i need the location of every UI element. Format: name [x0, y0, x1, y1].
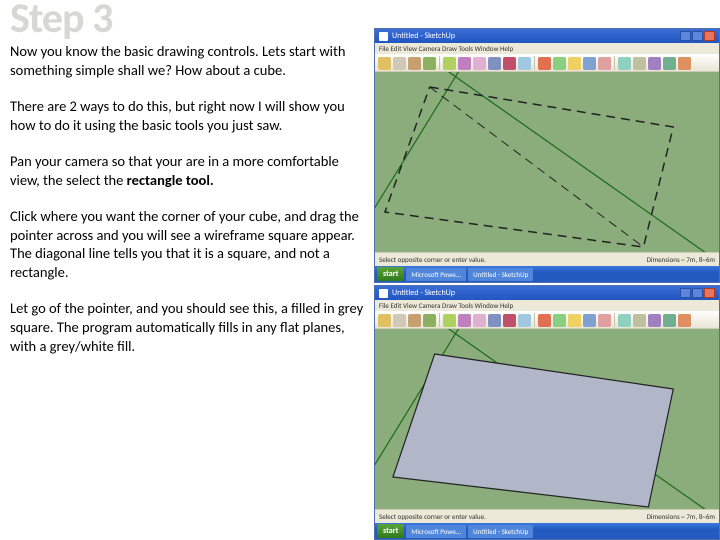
- toolbar-tool-icon[interactable]: [633, 57, 646, 70]
- toolbar-separator: [534, 313, 535, 327]
- toolbar-tool-icon[interactable]: [538, 57, 551, 70]
- toolbar-tool-icon[interactable]: [378, 314, 391, 327]
- toolbar-tool-icon[interactable]: [663, 314, 676, 327]
- toolbar-tool-icon[interactable]: [503, 314, 516, 327]
- toolbar-tool-icon[interactable]: [618, 314, 631, 327]
- taskbar: start Microsoft Powe... Untitled - Sketc…: [375, 523, 719, 539]
- window-controls: [680, 31, 715, 41]
- status-bar: Select opposite corner or enter value. D…: [375, 252, 719, 266]
- toolbar-tool-icon[interactable]: [488, 57, 501, 70]
- toolbar-tool-icon[interactable]: [423, 57, 436, 70]
- toolbar-tool-icon[interactable]: [583, 314, 596, 327]
- toolbar: [375, 311, 719, 329]
- toolbar-separator: [534, 56, 535, 70]
- toolbar-tool-icon[interactable]: [583, 57, 596, 70]
- screenshot-column: Untitled - SketchUp File Edit View Camer…: [374, 0, 720, 540]
- toolbar-tool-icon[interactable]: [393, 57, 406, 70]
- toolbar-tool-icon[interactable]: [488, 314, 501, 327]
- close-icon[interactable]: [704, 31, 715, 41]
- taskbar-item[interactable]: Untitled - SketchUp: [468, 268, 533, 281]
- toolbar-tool-icon[interactable]: [538, 314, 551, 327]
- toolbar-tool-icon[interactable]: [443, 57, 456, 70]
- screenshot-filled: Untitled - SketchUp File Edit View Camer…: [374, 285, 720, 540]
- window-controls: [680, 288, 715, 298]
- toolbar-tool-icon[interactable]: [518, 57, 531, 70]
- taskbar-item[interactable]: Untitled - SketchUp: [468, 525, 533, 538]
- toolbar-separator: [614, 313, 615, 327]
- menu-bar[interactable]: File Edit View Camera Draw Tools Window …: [375, 43, 719, 54]
- toolbar-tool-icon[interactable]: [598, 314, 611, 327]
- paragraph-2: There are 2 ways to do this, but right n…: [10, 97, 366, 134]
- toolbar-tool-icon[interactable]: [553, 57, 566, 70]
- toolbar-tool-icon[interactable]: [598, 57, 611, 70]
- status-dimensions: Dimensions ~ 7m, 8~6m: [647, 512, 715, 521]
- toolbar-tool-icon[interactable]: [663, 57, 676, 70]
- toolbar-tool-icon[interactable]: [423, 314, 436, 327]
- app-icon: [379, 289, 388, 298]
- window-titlebar: Untitled - SketchUp: [375, 286, 719, 300]
- toolbar-tool-icon[interactable]: [393, 314, 406, 327]
- toolbar-tool-icon[interactable]: [458, 314, 471, 327]
- toolbar-tool-icon[interactable]: [473, 314, 486, 327]
- viewport-filled[interactable]: [375, 329, 719, 509]
- toolbar-tool-icon[interactable]: [648, 314, 661, 327]
- window-title: Untitled - SketchUp: [392, 288, 676, 298]
- toolbar-tool-icon[interactable]: [618, 57, 631, 70]
- status-text: Select opposite corner or enter value.: [379, 512, 486, 521]
- toolbar-tool-icon[interactable]: [518, 314, 531, 327]
- minimize-icon[interactable]: [680, 288, 691, 298]
- step-heading: Step 3: [10, 0, 366, 40]
- paragraph-3: Pan your camera so that your are in a mo…: [10, 152, 366, 189]
- rectangle-tool-label: rectangle tool.: [127, 171, 214, 189]
- toolbar-tool-icon[interactable]: [633, 314, 646, 327]
- toolbar-tool-icon[interactable]: [568, 314, 581, 327]
- window-titlebar: Untitled - SketchUp: [375, 29, 719, 43]
- paragraph-4: Click where you want the corner of your …: [10, 207, 366, 281]
- status-text: Select opposite corner or enter value.: [379, 255, 486, 264]
- toolbar-tool-icon[interactable]: [443, 314, 456, 327]
- instruction-column: Step 3 Now you know the basic drawing co…: [0, 0, 374, 540]
- start-button[interactable]: start: [377, 524, 404, 538]
- toolbar: [375, 54, 719, 72]
- paragraph-5: Let go of the pointer, and you should se…: [10, 299, 366, 355]
- taskbar-item[interactable]: Microsoft Powe...: [406, 268, 466, 281]
- maximize-icon[interactable]: [692, 288, 703, 298]
- paragraph-1: Now you know the basic drawing controls.…: [10, 42, 366, 79]
- toolbar-tool-icon[interactable]: [553, 314, 566, 327]
- toolbar-tool-icon[interactable]: [408, 57, 421, 70]
- toolbar-tool-icon[interactable]: [378, 57, 391, 70]
- minimize-icon[interactable]: [680, 31, 691, 41]
- toolbar-tool-icon[interactable]: [678, 314, 691, 327]
- app-icon: [379, 32, 388, 41]
- window-title: Untitled - SketchUp: [392, 31, 676, 41]
- status-dimensions: Dimensions ~ 7m, 8~6m: [647, 255, 715, 264]
- menu-bar[interactable]: File Edit View Camera Draw Tools Window …: [375, 300, 719, 311]
- taskbar-item[interactable]: Microsoft Powe...: [406, 525, 466, 538]
- toolbar-tool-icon[interactable]: [503, 57, 516, 70]
- toolbar-separator: [439, 56, 440, 70]
- start-button[interactable]: start: [377, 267, 404, 281]
- taskbar: start Microsoft Powe... Untitled - Sketc…: [375, 266, 719, 282]
- toolbar-separator: [614, 56, 615, 70]
- toolbar-tool-icon[interactable]: [568, 57, 581, 70]
- status-bar: Select opposite corner or enter value. D…: [375, 509, 719, 523]
- toolbar-tool-icon[interactable]: [678, 57, 691, 70]
- toolbar-tool-icon[interactable]: [473, 57, 486, 70]
- viewport-wireframe[interactable]: [375, 72, 719, 252]
- toolbar-tool-icon[interactable]: [408, 314, 421, 327]
- toolbar-tool-icon[interactable]: [648, 57, 661, 70]
- toolbar-separator: [439, 313, 440, 327]
- toolbar-tool-icon[interactable]: [458, 57, 471, 70]
- screenshot-wireframe: Untitled - SketchUp File Edit View Camer…: [374, 28, 720, 283]
- close-icon[interactable]: [704, 288, 715, 298]
- maximize-icon[interactable]: [692, 31, 703, 41]
